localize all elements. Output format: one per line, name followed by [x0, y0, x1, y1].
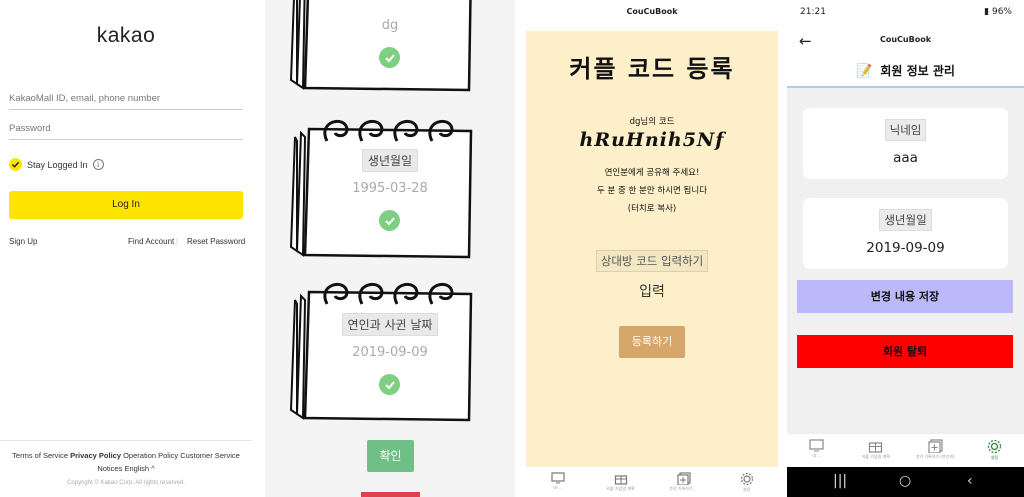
- nav-memories[interactable]: 추억 기록하기 ...: [659, 472, 709, 492]
- save-changes-button[interactable]: 변경 내용 저장: [797, 280, 1013, 313]
- gear-icon: [987, 439, 1002, 454]
- copyright: Copyright © Kakao Corp. All rights reser…: [67, 480, 185, 486]
- monitor-icon: [550, 472, 565, 484]
- delete-account-button[interactable]: 회원 탈퇴: [797, 335, 1013, 368]
- footer-divider: [0, 440, 252, 441]
- password-input[interactable]: Password: [9, 118, 243, 140]
- register-button[interactable]: 등록하기: [619, 326, 685, 358]
- partner-code-input[interactable]: 입력: [526, 281, 778, 301]
- hint-copy: (터치로 복사): [627, 204, 677, 214]
- add-photo-icon: [676, 472, 691, 485]
- chevron-up-icon: ^: [151, 464, 155, 473]
- couple-code[interactable]: hRuHnih5Nf: [526, 129, 778, 151]
- app-title: CouCuBook: [626, 7, 678, 16]
- terms-link[interactable]: Terms of Service: [12, 451, 68, 460]
- footer-links: Terms of Service Privacy Policy Operatio…: [0, 449, 252, 475]
- login-button[interactable]: Log In: [9, 191, 243, 219]
- profile-screen: 21:21 ▮ 96% ← CouCuBook 📝 회원 정보 관리 닉네임 a…: [787, 0, 1024, 497]
- nav-settings[interactable]: 설정: [722, 472, 772, 493]
- gear-icon: [740, 472, 753, 486]
- section-header: 📝 회원 정보 관리: [787, 57, 1024, 88]
- stay-logged-in-label: Stay Logged In: [27, 159, 88, 170]
- app-title: CouCuBook: [879, 35, 932, 44]
- couple-code-screen: CouCuBook 커플 코드 등록 dg님의 코드 hRuHnih5Nf 연인…: [526, 0, 778, 497]
- anniversary-value: 2019-09-09: [352, 345, 428, 360]
- back-icon[interactable]: ‹: [967, 473, 973, 489]
- recents-icon[interactable]: |||: [833, 473, 847, 489]
- check-icon: [379, 210, 400, 231]
- system-nav-bar: ||| ○ ‹: [787, 467, 1024, 497]
- customer-service-link[interactable]: Customer Service: [180, 451, 240, 460]
- nav-home[interactable]: 내 ...: [533, 472, 583, 491]
- gift-icon: [614, 475, 627, 485]
- add-photo-icon: [928, 439, 943, 453]
- status-time: 21:21: [800, 7, 826, 17]
- reset-password-link[interactable]: Reset Password: [187, 237, 245, 246]
- anniversary-label: 연인과 사귄 날짜: [341, 313, 439, 336]
- stay-logged-in-checkbox[interactable]: Stay Logged In i: [9, 158, 104, 171]
- birthday-value: 1995-03-28: [352, 181, 428, 196]
- info-icon[interactable]: i: [92, 159, 104, 170]
- divider: |: [176, 237, 179, 246]
- nav-home[interactable]: 내 ...: [792, 439, 842, 459]
- bottom-nav: 내 ... 커플 기념일 계획 추억 기록하기 ... 설정: [526, 467, 778, 497]
- find-account-link[interactable]: Find Account: [128, 237, 174, 246]
- nav-settings[interactable]: 설정: [969, 439, 1019, 461]
- gift-icon: [869, 442, 883, 453]
- check-icon: [9, 158, 22, 171]
- hint-share: 연인분에게 공유해 주세요!: [604, 168, 700, 178]
- app-bar: ← CouCuBook: [787, 25, 1024, 57]
- id-input[interactable]: KakaoMall ID, email, phone number: [9, 88, 243, 110]
- monitor-icon: [809, 439, 824, 452]
- couple-code-panel: 커플 코드 등록 dg님의 코드 hRuHnih5Nf 연인분에게 공유해 주세…: [526, 31, 778, 467]
- nickname-label: 닉네임: [884, 119, 927, 141]
- page-title: 커플 코드 등록: [569, 54, 735, 83]
- birthday-label: 생년월일: [361, 149, 419, 172]
- nav-anniversary[interactable]: 커플 기념일 계획: [596, 472, 646, 492]
- operation-policy-link[interactable]: Operation Policy: [123, 451, 178, 460]
- section-title: 회원 정보 관리: [880, 64, 955, 78]
- privacy-link[interactable]: Privacy Policy: [70, 451, 121, 460]
- hint-one-person: 두 분 중 한 분만 하시면 됩니다: [596, 186, 708, 196]
- check-icon: [379, 374, 400, 395]
- status-bar: 21:21 ▮ 96%: [787, 0, 1024, 25]
- nickname-value[interactable]: aaa: [803, 150, 1008, 166]
- home-icon[interactable]: ○: [899, 473, 911, 489]
- notebook-screen: dg 생년월일 1995-03-28 연인과 사귄 날짜 2019-09-09 …: [265, 0, 515, 497]
- owner-line: dg님의 코드: [629, 117, 675, 127]
- kakao-logo: kakao: [96, 24, 156, 47]
- birthday-value[interactable]: 2019-09-09: [803, 240, 1008, 256]
- partner-code-label: 상대방 코드 입력하기: [595, 250, 709, 272]
- sign-up-link[interactable]: Sign Up: [9, 237, 37, 246]
- top-value: dg: [381, 18, 399, 33]
- birthday-card[interactable]: 생년월일 2019-09-09: [803, 198, 1008, 269]
- nav-anniversary[interactable]: 커플 기념일 계획: [851, 439, 901, 460]
- confirm-button[interactable]: 확인: [367, 440, 414, 472]
- kakao-login-screen: kakao KakaoMall ID, email, phone number …: [0, 0, 252, 497]
- language-select[interactable]: English ^: [124, 464, 154, 473]
- nav-memories[interactable]: 추억 기록하기 (연인과): [910, 439, 960, 460]
- battery-status: ▮ 96%: [984, 7, 1012, 17]
- check-icon: [379, 47, 400, 68]
- birthday-label: 생년월일: [879, 209, 932, 231]
- notices-link[interactable]: Notices: [97, 464, 122, 473]
- memo-icon: 📝: [856, 63, 873, 79]
- bottom-nav: 내 ... 커플 기념일 계획 추억 기록하기 (연인과) 설정: [787, 433, 1024, 467]
- nickname-card[interactable]: 닉네임 aaa: [803, 108, 1008, 179]
- partial-button[interactable]: [361, 492, 420, 497]
